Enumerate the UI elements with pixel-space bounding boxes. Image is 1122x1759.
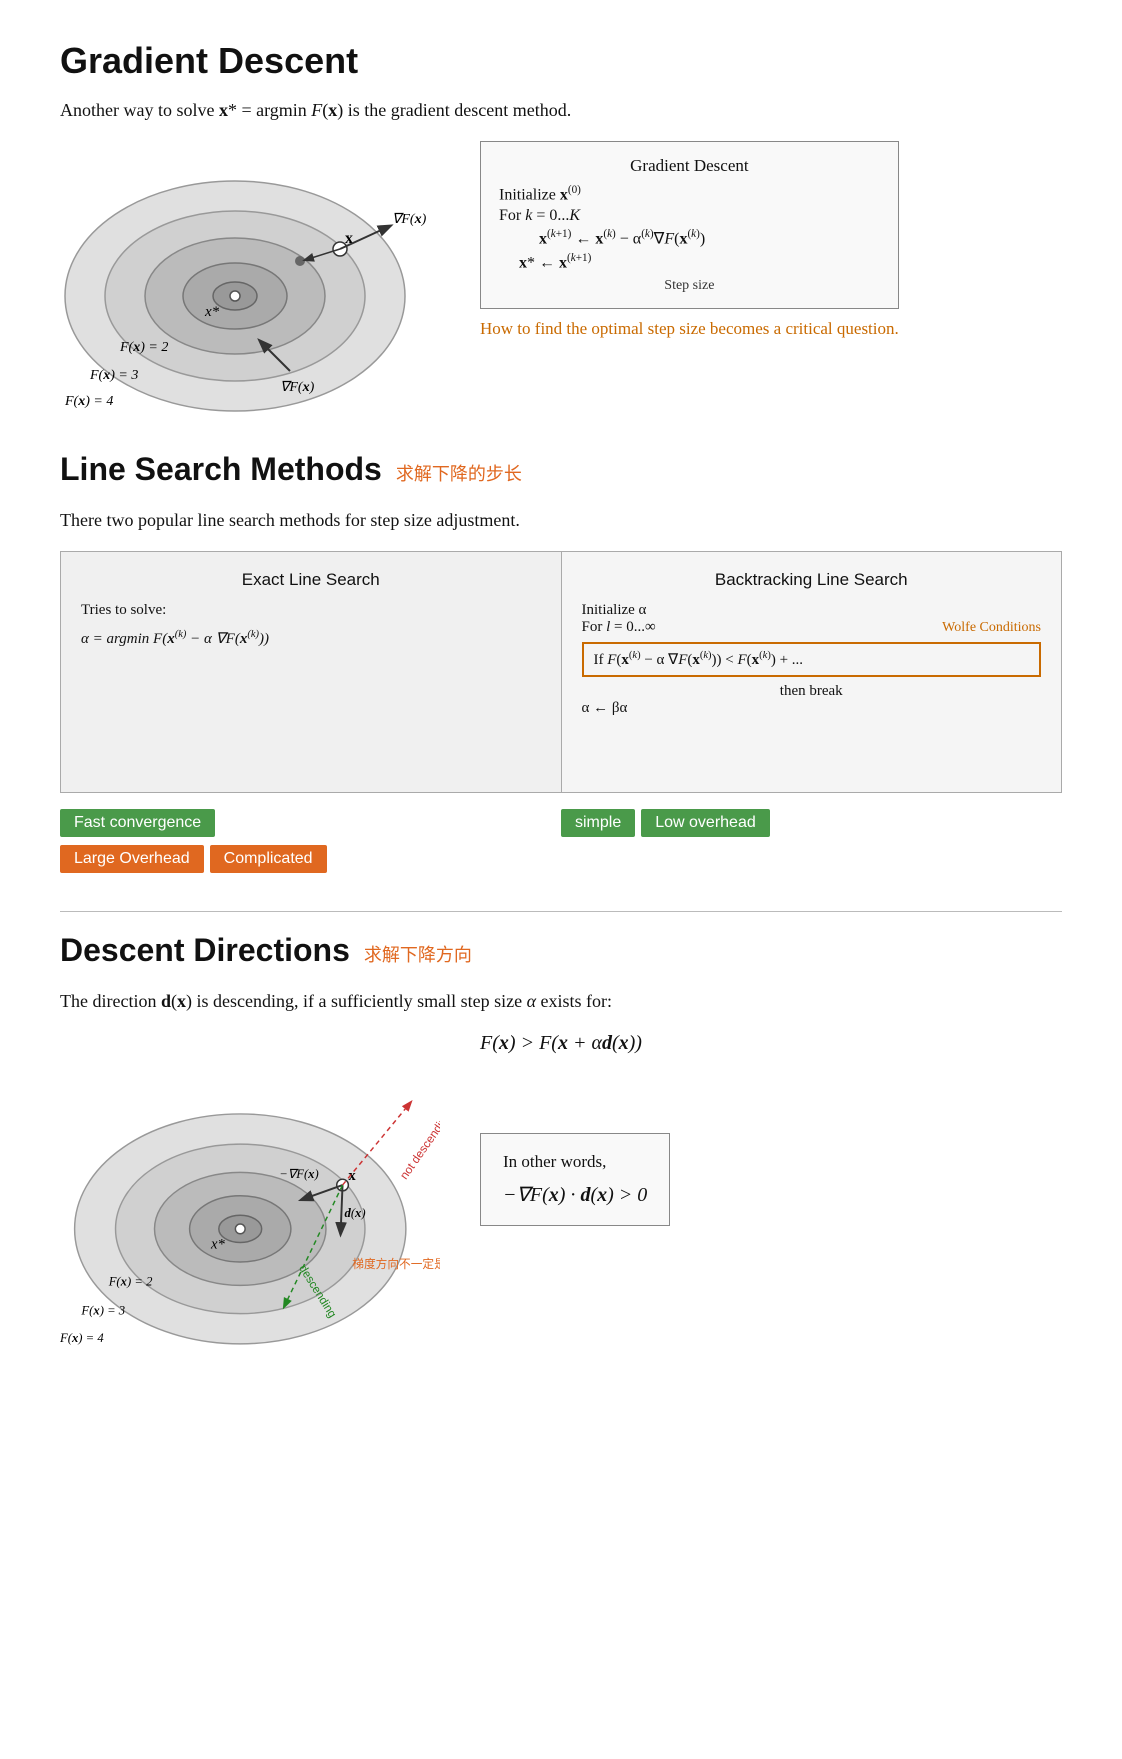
tag-simple: simple [561, 809, 635, 837]
dd-header: Descent Directions 求解下降方向 [60, 932, 1062, 981]
dd-contour-diagram: x* x −∇F(x) d(x) not descending descendi… [60, 1073, 440, 1383]
inwords-title: In other words, [503, 1152, 647, 1172]
exact-body: Tries to solve: α = argmin F(x(k) − α ∇F… [81, 602, 541, 648]
algo-line4: x* ← x(k+1) [519, 252, 880, 272]
dd-heading: Descent Directions [60, 932, 350, 969]
ls-intro: There two popular line search methods fo… [60, 510, 1062, 531]
algo-title: Gradient Descent [499, 156, 880, 176]
dd-inwords-panel: In other words, −∇F(x) · d(x) > 0 [480, 1113, 670, 1226]
svg-text:x*: x* [204, 304, 220, 320]
svg-text:F(x) = 2: F(x) = 2 [119, 340, 168, 355]
gd-layout: x* x ∇F(x) ∇F(x) F(x) = 2 F(x) = 3 F(x) … [60, 141, 1062, 421]
svg-text:F(x) = 4: F(x) = 4 [60, 1331, 104, 1345]
step-size-label: Step size [499, 278, 880, 294]
bt-line3: then break [582, 683, 1042, 700]
svg-text:∇F(x): ∇F(x) [392, 212, 427, 227]
tag-complicated: Complicated [210, 845, 327, 873]
exact-title: Exact Line Search [81, 570, 541, 590]
algo-line3: x(k+1) ← x(k) − α(k)∇F(x(k)) [539, 228, 880, 248]
bt-line1: Initialize α [582, 602, 1042, 619]
svg-text:F(x) = 2: F(x) = 2 [108, 1274, 153, 1288]
exact-tags-row2: Large Overhead Complicated [60, 845, 561, 873]
descent-directions-section: Descent Directions 求解下降方向 The direction … [60, 932, 1062, 1383]
tag-fast-convergence: Fast convergence [60, 809, 215, 837]
dd-chinese: 求解下降方向 [364, 941, 472, 967]
svg-text:x*: x* [210, 1236, 225, 1252]
ls-chinese: 求解下降的步长 [396, 460, 522, 486]
inwords-formula: −∇F(x) · d(x) > 0 [503, 1182, 647, 1207]
exact-desc: Tries to solve: [81, 602, 541, 619]
svg-text:d(x): d(x) [344, 1206, 365, 1220]
page-title: Gradient Descent [60, 40, 1062, 82]
bt-line2: For l = 0...∞ Wolfe Conditions [582, 619, 1042, 636]
dd-intro: The direction d(x) is descending, if a s… [60, 991, 1062, 1012]
wolfe-condition-box: If F(x(k) − α ∇F(x(k))) < F(x(k)) + ... [582, 642, 1042, 677]
dd-formula: F(x) > F(x + αd(x)) [60, 1032, 1062, 1055]
backtracking-ls-card: Backtracking Line Search Initialize α Fo… [562, 552, 1062, 792]
svg-text:梯度方向不一定是最优方向: 梯度方向不一定是最优方向 [352, 1257, 440, 1271]
bt-tags: simple Low overhead [561, 793, 1062, 881]
svg-text:F(x) = 3: F(x) = 3 [80, 1304, 125, 1318]
ls-header: Line Search Methods 求解下降的步长 [60, 451, 1062, 500]
bt-tags-row: simple Low overhead [561, 809, 1062, 837]
inwords-box: In other words, −∇F(x) · d(x) > 0 [480, 1133, 670, 1226]
svg-text:∇F(x): ∇F(x) [280, 380, 315, 395]
algo-line1: Initialize x(0) [499, 184, 880, 204]
gd-algo-box: Gradient Descent Initialize x(0) For k =… [480, 141, 899, 309]
gradient-descent-section: Gradient Descent Another way to solve x*… [60, 40, 1062, 421]
exact-formula: α = argmin F(x(k) − α ∇F(x(k))) [81, 629, 541, 648]
dd-layout: x* x −∇F(x) d(x) not descending descendi… [60, 1073, 1062, 1383]
svg-text:F(x) = 3: F(x) = 3 [89, 368, 138, 383]
tag-low-overhead: Low overhead [641, 809, 770, 837]
wolfe-label: Wolfe Conditions [942, 620, 1041, 636]
svg-text:−∇F(x): −∇F(x) [279, 1167, 319, 1181]
exact-ls-card: Exact Line Search Tries to solve: α = ar… [61, 552, 562, 792]
svg-text:F(x) = 4: F(x) = 4 [64, 394, 113, 409]
bt-line4: α ← βα [582, 700, 1042, 717]
ls-heading: Line Search Methods [60, 451, 382, 488]
line-search-section: Line Search Methods 求解下降的步长 There two po… [60, 451, 1062, 881]
exact-tags: Fast convergence Large Overhead Complica… [60, 793, 561, 881]
bt-title: Backtracking Line Search [582, 570, 1042, 590]
tags-container: Fast convergence Large Overhead Complica… [60, 793, 1062, 881]
tag-large-overhead: Large Overhead [60, 845, 204, 873]
svg-text:not descending: not descending [398, 1109, 440, 1181]
orange-note: How to find the optimal step size become… [480, 319, 899, 339]
algo-line2: For k = 0...K [499, 207, 880, 225]
ls-cards: Exact Line Search Tries to solve: α = ar… [60, 551, 1062, 793]
bt-body: Initialize α For l = 0...∞ Wolfe Conditi… [582, 602, 1042, 717]
gd-contour-diagram: x* x ∇F(x) ∇F(x) F(x) = 2 F(x) = 3 F(x) … [60, 141, 440, 421]
intro-text: Another way to solve x* = argmin F(x) is… [60, 100, 1062, 121]
exact-tags-row: Fast convergence [60, 809, 561, 837]
gd-right-panel: Gradient Descent Initialize x(0) For k =… [480, 141, 899, 339]
section-divider [60, 911, 1062, 912]
